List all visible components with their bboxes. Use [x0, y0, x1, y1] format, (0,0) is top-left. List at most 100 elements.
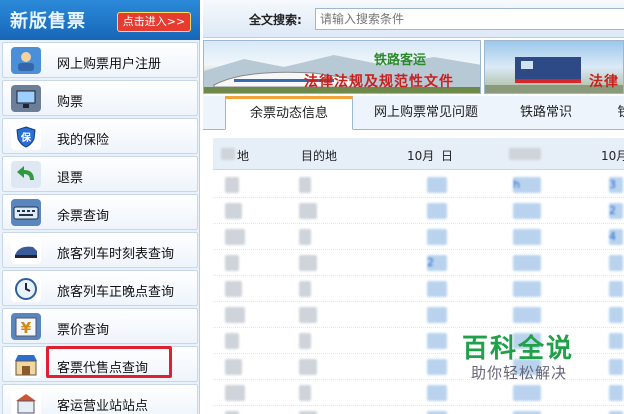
table-cell [299, 333, 311, 349]
sidebar-item-buy-ticket[interactable]: 购票 [2, 80, 198, 116]
tab-remaining-tickets[interactable]: 余票动态信息 [225, 96, 353, 130]
sidebar-item-label: 购票 [57, 95, 84, 110]
table-cell [609, 255, 623, 271]
sidebar-item-label: 网上购票用户注册 [57, 57, 162, 72]
sidebar-item-insurance[interactable]: 保 我的保险 [2, 118, 198, 154]
sidebar: 新版售票 点击进入>> 网上购票用户注册 购票 保 我的保险 退票 余票查询 旅… [0, 0, 200, 414]
tab-bar: 余票动态信息 网上购票常见问题 铁路常识 铁 [203, 96, 624, 130]
table-cell [225, 333, 239, 349]
svg-text:¥: ¥ [21, 319, 32, 337]
svg-text:保: 保 [20, 131, 32, 144]
table-cell [225, 255, 239, 271]
enter-new-version-button[interactable]: 点击进入>> [117, 12, 191, 32]
sidebar-item-label: 客运营业站站点 [57, 399, 149, 414]
blurred-text [509, 148, 541, 160]
table-row[interactable] [213, 406, 624, 414]
table-row[interactable]: h3 [213, 172, 624, 198]
user-register-icon [11, 47, 41, 74]
sidebar-title: 新版售票 [10, 11, 86, 32]
table-cell [427, 385, 447, 401]
highlight-box [46, 346, 172, 378]
sidebar-item-register[interactable]: 网上购票用户注册 [2, 42, 198, 78]
table-cell [513, 281, 541, 297]
tab-rail-knowledge[interactable]: 铁路常识 [513, 96, 579, 130]
table-row[interactable]: 2 [213, 250, 624, 276]
banner-law[interactable]: 法律 [484, 40, 624, 94]
table-cell [513, 307, 541, 323]
watermark-title: 百科全说 [462, 334, 575, 364]
table-cell [609, 359, 623, 375]
watermark-subtitle: 助你轻松解决 [471, 364, 568, 382]
table-cell [225, 281, 242, 297]
sidebar-item-refund[interactable]: 退票 [2, 156, 198, 192]
banner-bottom-text: 法律法规及规范性文件 [304, 74, 454, 90]
table-cell [299, 359, 317, 375]
table-row[interactable]: 4 [213, 224, 624, 250]
table-cell [513, 203, 541, 219]
table-cell [427, 203, 447, 219]
table-cell [225, 307, 245, 323]
sidebar-item-remaining-tickets[interactable]: 余票查询 [2, 194, 198, 230]
sidebar-item-timetable[interactable]: 旅客列车时刻表查询 [2, 232, 198, 268]
table-cell [609, 333, 623, 349]
col-date-1: 10月 [407, 149, 435, 163]
keyboard-icon [11, 199, 41, 226]
table-cell [299, 307, 317, 323]
shield-icon: 保 [11, 123, 41, 150]
sidebar-item-fare[interactable]: ¥ 票价查询 [2, 308, 198, 344]
table-cell [427, 359, 447, 375]
search-input[interactable] [315, 8, 624, 30]
table-row[interactable] [213, 380, 624, 406]
sidebar-item-stations[interactable]: 客运营业站站点 [2, 384, 198, 414]
table-cell: 4 [609, 229, 623, 245]
sidebar-item-label: 我的保险 [57, 133, 110, 148]
sidebar-item-delay[interactable]: 旅客列车正晚点查询 [2, 270, 198, 306]
table-cell: 3 [609, 177, 623, 193]
col-date-1-day: 日 [441, 149, 454, 163]
table-header: 地 目的地 10月 日 10月 [213, 138, 624, 170]
search-label: 全文搜索: [249, 13, 302, 27]
table-cell [225, 177, 239, 193]
table-cell [299, 281, 311, 297]
banner-regulations[interactable]: 铁路客运 法律法规及规范性文件 [203, 40, 481, 94]
table-cell [513, 255, 541, 271]
table-cell [513, 229, 541, 245]
clock-icon [11, 275, 41, 302]
train-icon [11, 237, 41, 264]
banner-top-text: 铁路客运 [374, 53, 427, 68]
table-cell [427, 229, 447, 245]
screen: 新版售票 点击进入>> 网上购票用户注册 购票 保 我的保险 退票 余票查询 旅… [0, 0, 624, 414]
table-cell [225, 229, 245, 245]
table-cell [427, 307, 447, 323]
table-cell: 2 [609, 203, 623, 219]
table-cell [299, 229, 311, 245]
col-date-3: 10月 [601, 149, 624, 163]
banner-bottom-text: 法律 [589, 74, 619, 90]
return-arrow-icon [11, 161, 41, 188]
yen-icon: ¥ [11, 313, 41, 340]
sidebar-item-label: 旅客列车时刻表查询 [57, 247, 175, 262]
sidebar-item-label: 旅客列车正晚点查询 [57, 285, 175, 300]
table-row[interactable]: 2 [213, 198, 624, 224]
search-bar: 全文搜索: [203, 0, 624, 38]
table-cell [225, 385, 245, 401]
table-cell [609, 385, 623, 401]
sidebar-header: 新版售票 点击进入>> [0, 0, 200, 40]
sidebar-item-label: 余票查询 [57, 209, 110, 224]
table-cell [427, 281, 447, 297]
table-cell [225, 359, 242, 375]
sidebar-item-label: 票价查询 [57, 323, 110, 338]
col-origin: 地 [237, 149, 250, 163]
table-row[interactable] [213, 276, 624, 302]
table-cell [225, 203, 242, 219]
blurred-text [221, 148, 235, 160]
table-cell [427, 333, 447, 349]
tab-more[interactable]: 铁 [616, 96, 624, 130]
table-cell [609, 307, 623, 323]
table-cell [513, 385, 541, 401]
table-cell [299, 385, 311, 401]
table-row[interactable] [213, 302, 624, 328]
col-destination: 目的地 [301, 149, 338, 163]
table-cell [299, 255, 317, 271]
tab-faq[interactable]: 网上购票常见问题 [363, 96, 489, 130]
